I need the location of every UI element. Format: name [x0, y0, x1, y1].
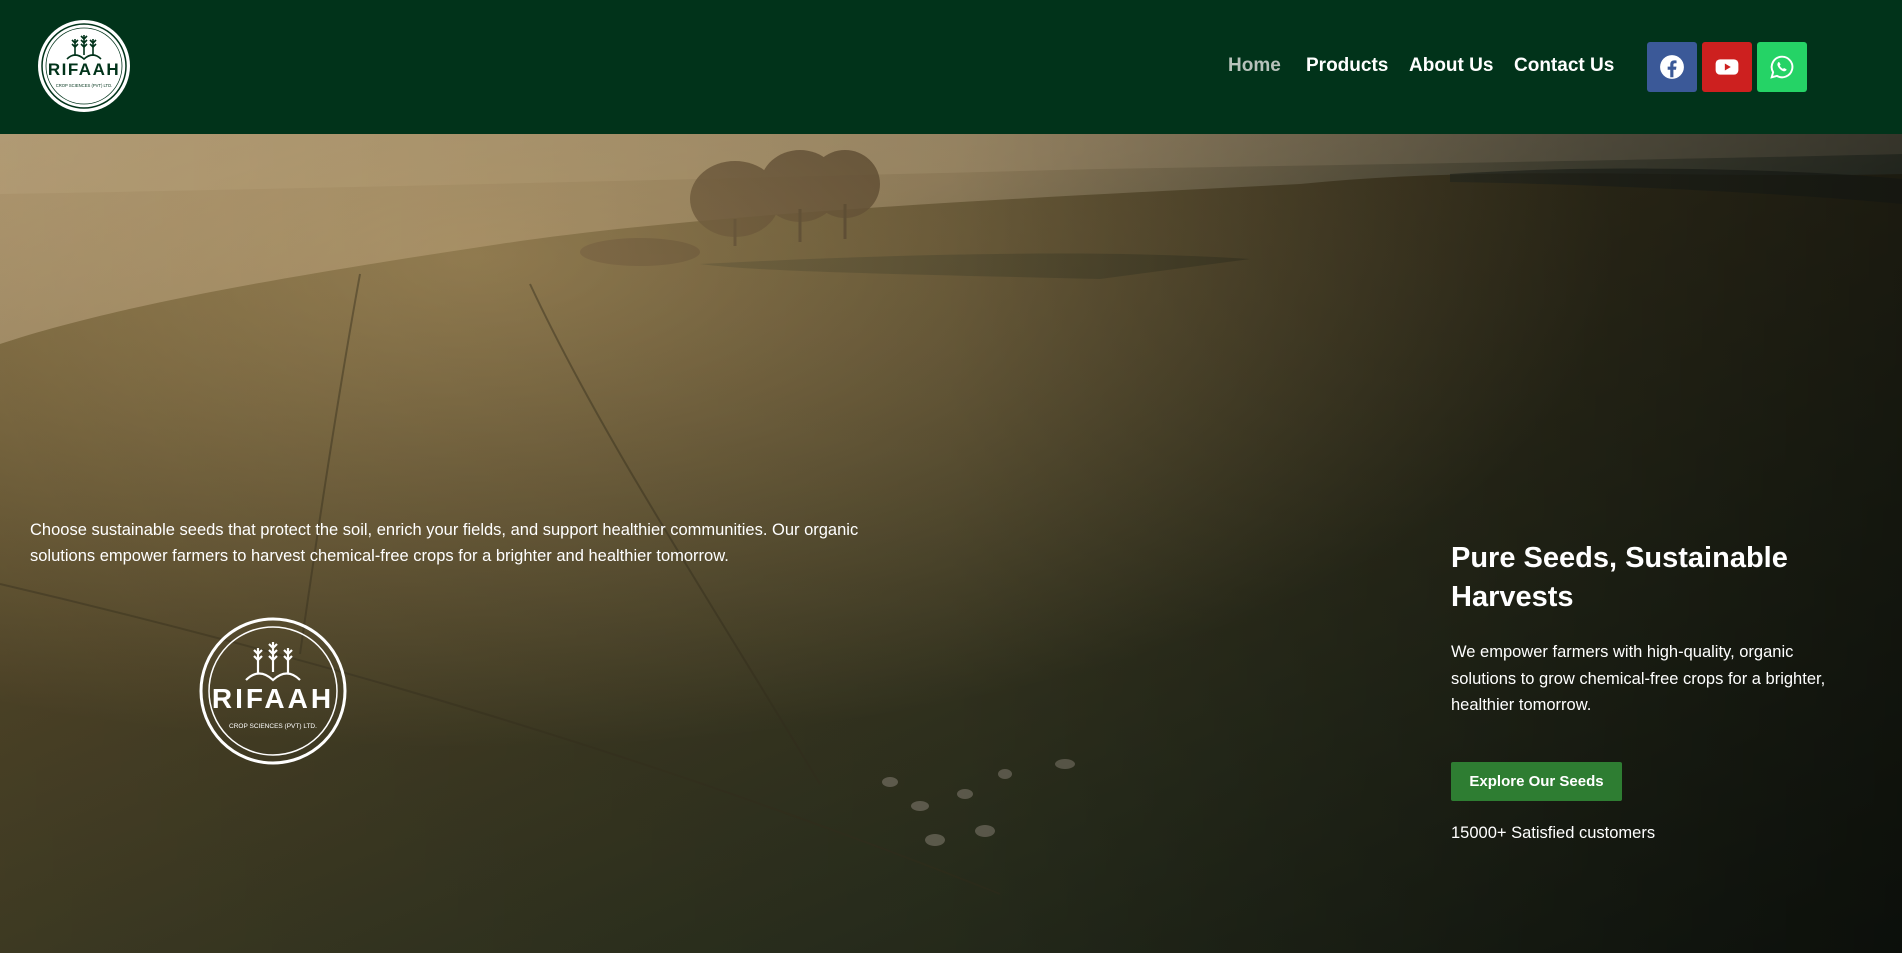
- hero-description: We empower farmers with high-quality, or…: [1451, 643, 1826, 714]
- site-logo[interactable]: RIFAAH CROP SCIENCES (PVT) LTD.: [37, 19, 131, 113]
- whatsapp-button[interactable]: [1757, 42, 1807, 92]
- hero-logo: RIFAAH CROP SCIENCES (PVT) LTD.: [196, 614, 350, 768]
- nav-about-us[interactable]: About Us: [1409, 55, 1493, 77]
- nav-products[interactable]: Products: [1306, 55, 1388, 77]
- hero-intro-text: Choose sustainable seeds that protect th…: [30, 521, 859, 565]
- rifaah-logo-icon: RIFAAH CROP SCIENCES (PVT) LTD.: [38, 20, 130, 112]
- nav-contact-us[interactable]: Contact Us: [1514, 55, 1614, 77]
- site-header: RIFAAH CROP SCIENCES (PVT) LTD. Home Pro…: [0, 0, 1902, 134]
- facebook-button[interactable]: [1647, 42, 1697, 92]
- explore-seeds-button[interactable]: Explore Our Seeds: [1451, 762, 1622, 801]
- facebook-icon: [1660, 55, 1684, 79]
- rifaah-logo-white-icon: RIFAAH CROP SCIENCES (PVT) LTD.: [199, 617, 347, 765]
- customers-count: 15000+ Satisfied customers: [1451, 824, 1656, 842]
- hero-logo-wordmark: RIFAAH: [212, 683, 334, 714]
- hero-content: Pure Seeds, Sustainable Harvests We empo…: [1451, 539, 1851, 842]
- nav-home[interactable]: Home: [1228, 55, 1281, 77]
- logo-wordmark: RIFAAH: [48, 60, 120, 79]
- hero-title: Pure Seeds, Sustainable Harvests: [1451, 542, 1788, 613]
- whatsapp-icon: [1770, 55, 1794, 79]
- logo-subtext: CROP SCIENCES (PVT) LTD.: [56, 83, 113, 88]
- hero-logo-subtext: CROP SCIENCES (PVT) LTD.: [229, 723, 317, 730]
- youtube-button[interactable]: [1702, 42, 1752, 92]
- youtube-icon: [1715, 59, 1739, 75]
